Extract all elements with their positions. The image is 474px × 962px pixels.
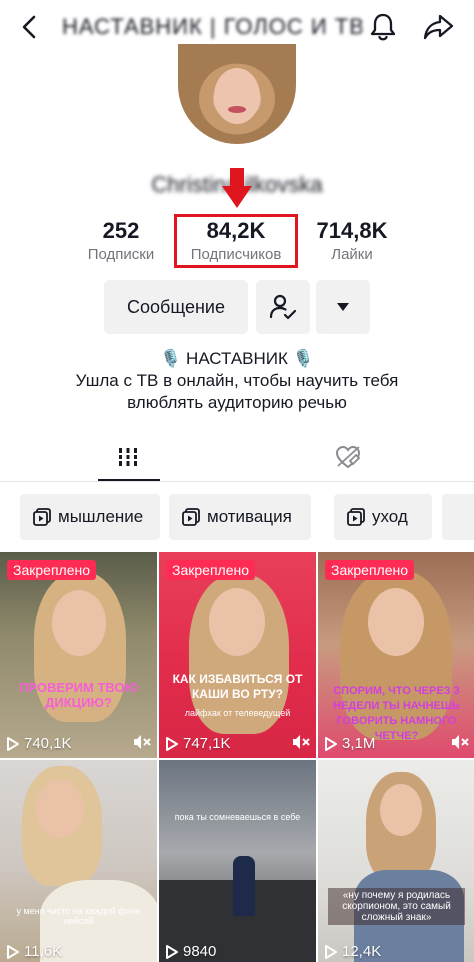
likes-label: Лайки <box>331 246 373 263</box>
thumbnail-figure <box>233 856 255 916</box>
view-count: 9840 <box>165 943 216 960</box>
view-count-value: 11,6K <box>24 943 63 960</box>
playlist-chip-partial[interactable] <box>442 494 474 540</box>
avatar-lips <box>228 106 246 113</box>
playlist-chip[interactable]: мышление <box>20 494 160 540</box>
following-label: Подписки <box>87 246 155 263</box>
video-thumbnail[interactable]: пока ты сомневаешься в себе 9840 <box>159 760 316 962</box>
playlist-icon <box>182 508 200 526</box>
video-thumbnail[interactable]: у меня чисто на каждой фоне нейсей 11,6K <box>0 760 157 962</box>
pinned-badge: Закреплено <box>325 560 414 580</box>
tab-videos[interactable] <box>98 432 158 482</box>
following-stat[interactable]: 252 Подписки <box>78 218 164 263</box>
play-icon <box>7 736 19 751</box>
bio-line-2: Ушла с ТВ в онлайн, чтобы научить тебя <box>75 371 399 390</box>
bell-icon[interactable] <box>366 10 400 44</box>
muted-icon <box>293 735 310 749</box>
muted-icon <box>452 735 469 749</box>
video-thumbnail[interactable]: «ну почему я родилась скорпионом, это са… <box>318 760 474 962</box>
playlist-chip-label: уход <box>372 507 408 526</box>
thumbnail-face <box>52 590 106 656</box>
avatar[interactable] <box>178 44 296 144</box>
playlist-chips: мышление мотивация уход <box>0 494 474 542</box>
message-button[interactable]: Сообщение <box>104 280 248 334</box>
profile-actions: Сообщение <box>0 280 474 336</box>
view-count: 747,1K <box>165 735 231 752</box>
view-count-value: 747,1K <box>183 735 231 752</box>
followers-highlight-box <box>174 214 298 268</box>
more-dropdown-button[interactable] <box>316 280 370 334</box>
playlist-chip-label: мышление <box>58 507 144 526</box>
play-icon <box>7 944 19 959</box>
following-count: 252 <box>102 218 140 243</box>
back-arrow-icon[interactable] <box>16 10 44 44</box>
playlist-chip[interactable]: уход <box>334 494 432 540</box>
video-caption: лайфхак от телеведущей <box>184 708 291 718</box>
user-check-icon <box>269 294 297 320</box>
view-count-value: 9840 <box>183 943 217 960</box>
bio-line-3: влюблять аудиторию речью <box>127 393 347 412</box>
view-count-value: 740,1K <box>24 735 72 752</box>
likes-count: 714,8K <box>316 218 388 243</box>
active-tab-indicator <box>98 479 160 481</box>
view-count: 11,6K <box>6 943 62 960</box>
profile-bio: 🎙️ НАСТАВНИК 🎙️ Ушла с ТВ в онлайн, чтоб… <box>40 348 434 414</box>
grid-icon <box>117 448 139 466</box>
share-icon[interactable] <box>420 10 456 44</box>
muted-icon <box>134 735 151 749</box>
caret-down-icon <box>337 303 349 311</box>
video-grid: Закреплено ПРОВЕРИМ ТВОЮ ДИКЦИЮ? 740,1K … <box>0 552 474 962</box>
view-count: 3,1M <box>324 735 375 752</box>
video-thumbnail[interactable]: Закреплено КАК ИЗБАВИТЬСЯ ОТ КАШИ ВО РТУ… <box>159 552 316 758</box>
pinned-badge: Закреплено <box>7 560 96 580</box>
video-thumbnail[interactable]: Закреплено СПОРИМ, ЧТО ЧЕРЕЗ 3 НЕДЕЛИ ТЫ… <box>318 552 474 758</box>
content-tabs <box>0 432 474 482</box>
thumbnail-face <box>368 588 424 656</box>
video-caption: у меня чисто на каждой фоне нейсей <box>16 906 141 926</box>
playlist-icon <box>347 508 365 526</box>
video-caption: пока ты сомневаешься в себе <box>174 812 301 822</box>
video-thumbnail[interactable]: Закреплено ПРОВЕРИМ ТВОЮ ДИКЦИЮ? 740,1K <box>0 552 157 758</box>
playlist-icon <box>33 508 51 526</box>
thumbnail-face <box>209 588 265 656</box>
tab-liked[interactable] <box>318 432 378 482</box>
video-caption: «ну почему я родилась скорпионом, это са… <box>328 888 465 925</box>
view-count: 12,4K <box>324 943 381 960</box>
play-icon <box>325 944 337 959</box>
profile-title: НАСТАВНИК | ГОЛОС И ТВ <box>62 14 362 39</box>
bio-line-1: 🎙️ НАСТАВНИК 🎙️ <box>160 349 314 368</box>
video-overlay-text: КАК ИЗБАВИТЬСЯ ОТ КАШИ ВО РТУ? <box>172 672 303 701</box>
red-arrow-annotation-icon <box>222 168 252 208</box>
playlist-chip[interactable]: мотивация <box>169 494 311 540</box>
thumbnail-face <box>36 780 84 838</box>
hidden-heart-icon <box>335 445 361 469</box>
play-icon <box>166 736 178 751</box>
view-count-value: 3,1M <box>342 735 376 752</box>
view-count: 740,1K <box>6 735 72 752</box>
play-icon <box>166 944 178 959</box>
play-icon <box>325 736 337 751</box>
playlist-chip-label: мотивация <box>207 507 292 526</box>
pinned-badge: Закреплено <box>166 560 255 580</box>
following-status-button[interactable] <box>256 280 310 334</box>
video-overlay-text: ПРОВЕРИМ ТВОЮ ДИКЦИЮ? <box>19 680 138 710</box>
view-count-value: 12,4K <box>342 943 382 960</box>
thumbnail-face <box>380 784 422 836</box>
likes-stat: 714,8K Лайки <box>306 218 398 263</box>
avatar-face <box>214 68 260 124</box>
